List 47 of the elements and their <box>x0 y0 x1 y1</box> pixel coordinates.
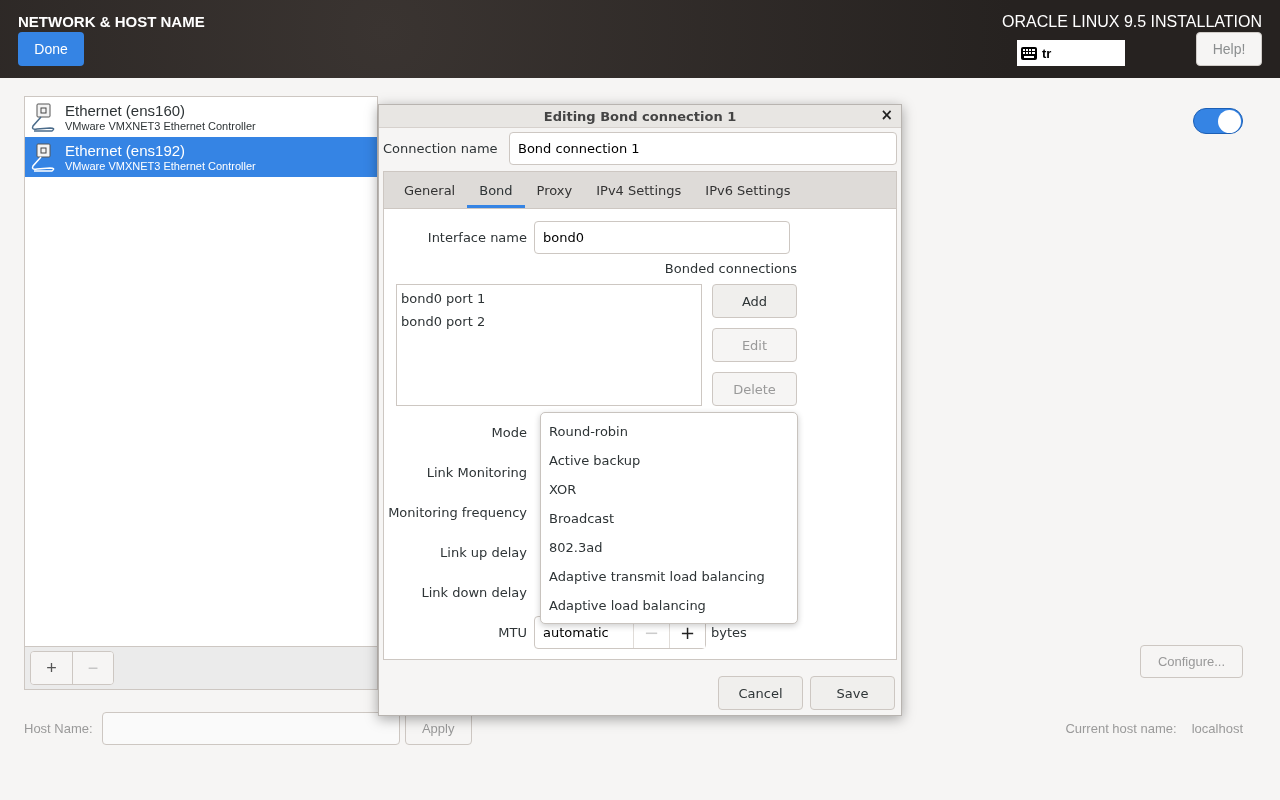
bonded-connections-label: Bonded connections <box>663 261 797 277</box>
list-item[interactable]: bond0 port 2 <box>397 310 701 333</box>
tab[interactable]: IPv4 Settings <box>584 175 694 208</box>
device-toggle-switch[interactable] <box>1193 108 1243 134</box>
add-button[interactable]: Add <box>712 284 797 318</box>
keyboard-icon <box>1021 46 1037 60</box>
save-button[interactable]: Save <box>810 676 895 710</box>
mtu-label: MTU <box>497 624 528 640</box>
menu-item[interactable]: Active backup <box>541 446 797 475</box>
field-label: Mode <box>490 424 528 440</box>
device-item[interactable]: Ethernet (ens192) VMware VMXNET3 Ethernet Controller <box>25 137 377 177</box>
interface-name-label: Interface name <box>426 230 528 245</box>
field-label: Monitoring frequency <box>387 504 528 520</box>
menu-item[interactable]: Round-robin <box>541 417 797 446</box>
cancel-button[interactable]: Cancel <box>718 676 803 710</box>
field-label: Link down delay <box>420 584 528 600</box>
tab[interactable]: Proxy <box>524 175 585 208</box>
tab[interactable]: IPv6 Settings <box>693 175 803 208</box>
host-name-field[interactable] <box>101 712 400 745</box>
list-item[interactable]: bond0 port 1 <box>397 287 701 310</box>
device-name: Ethernet (ens192) <box>65 141 187 160</box>
tab[interactable]: General <box>392 175 468 208</box>
layout-code: tr <box>1042 45 1052 61</box>
connection-name-label: Connection name <box>383 141 498 156</box>
mtu-value: automatic <box>542 624 610 640</box>
field-label: Link up delay <box>439 544 528 560</box>
dialog-title: Editing Bond connection 1 <box>543 108 737 124</box>
current-host-value: localhost <box>1191 721 1243 736</box>
host-name-label: Host Name: <box>24 721 93 736</box>
device-name: Ethernet (ens160) <box>65 101 187 120</box>
keyboard-layout-field[interactable]: tr <box>1017 40 1125 66</box>
connection-name-field[interactable]: Bond connection 1 <box>509 132 897 165</box>
menu-item[interactable]: 802.3ad <box>541 533 797 562</box>
menu-item[interactable]: Broadcast <box>541 504 797 533</box>
device-description: VMware VMXNET3 Ethernet Controller <box>65 159 256 173</box>
device-item[interactable]: Ethernet (ens160) VMware VMXNET3 Ethernet Controller <box>25 97 377 137</box>
screen-title: NETWORK & HOST NAME <box>18 12 205 32</box>
interface-name-field[interactable]: bond0 <box>534 221 790 254</box>
device-description: VMware VMXNET3 Ethernet Controller <box>65 119 256 133</box>
close-button[interactable]: × <box>878 106 895 124</box>
menu-item[interactable]: XOR <box>541 475 797 504</box>
field-label: Link Monitoring <box>425 464 528 480</box>
menu-item[interactable]: Adaptive transmit load balancing <box>541 562 797 591</box>
mtu-unit: bytes <box>711 624 747 640</box>
current-host-label: Current host name: <box>1065 721 1177 736</box>
done-button[interactable]: Done <box>18 32 84 66</box>
product-title: ORACLE LINUX 9.5 INSTALLATION <box>1002 12 1262 32</box>
